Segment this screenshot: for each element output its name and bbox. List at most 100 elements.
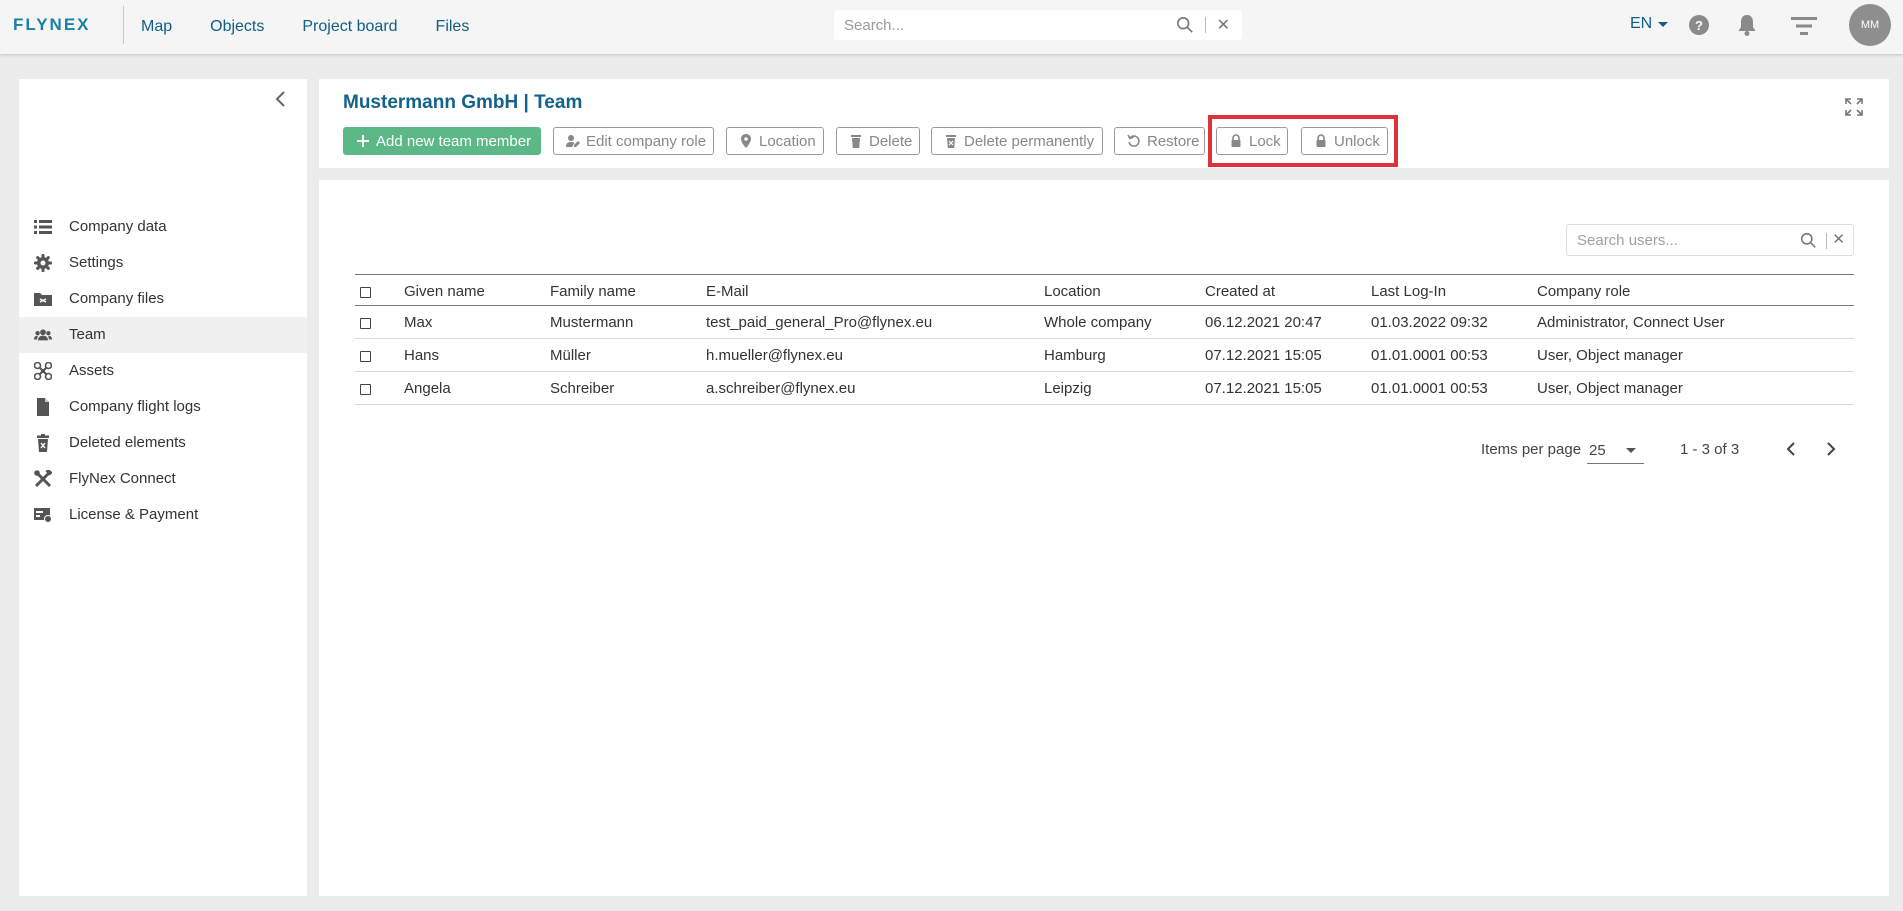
sidebar-item-license-payment[interactable]: License & Payment bbox=[19, 497, 307, 533]
user-search-input[interactable] bbox=[1567, 225, 1787, 255]
trash-x-icon bbox=[946, 135, 956, 148]
sidebar-item-company-data[interactable]: Company data bbox=[19, 209, 307, 245]
created-at-cell: 07.12.2021 15:05 bbox=[1205, 347, 1322, 364]
team-table-panel: ✕ Given name Family name E-Mail Location… bbox=[319, 180, 1889, 896]
search-icon[interactable] bbox=[1800, 232, 1817, 249]
clear-search-icon[interactable]: ✕ bbox=[1832, 230, 1845, 248]
pagination: Items per page 25 1 - 3 of 3 bbox=[319, 434, 1889, 464]
nav-objects[interactable]: Objects bbox=[210, 18, 264, 36]
items-per-page-label: Items per page bbox=[1481, 441, 1582, 458]
tools-icon bbox=[34, 470, 52, 488]
trash-icon bbox=[37, 434, 49, 452]
lock-icon bbox=[1316, 134, 1326, 147]
sidebar-item-deleted-elements[interactable]: Deleted elements bbox=[19, 425, 307, 461]
email-cell: h.mueller@flynex.eu bbox=[706, 347, 843, 364]
payment-icon bbox=[34, 508, 52, 523]
company-role-cell: Administrator, Connect User bbox=[1537, 314, 1725, 331]
page-range: 1 - 3 of 3 bbox=[1680, 441, 1740, 458]
nav-files[interactable]: Files bbox=[436, 18, 470, 36]
column-header[interactable]: Created at bbox=[1205, 283, 1275, 300]
delete-permanently-button[interactable]: Delete permanently bbox=[931, 127, 1103, 155]
restore-button[interactable]: Restore bbox=[1114, 127, 1205, 155]
language-selector[interactable]: EN bbox=[1630, 15, 1669, 33]
sidebar-item-label: License & Payment bbox=[69, 506, 199, 523]
sidebar-item-settings[interactable]: Settings bbox=[19, 245, 307, 281]
delete-button[interactable]: Delete bbox=[836, 127, 920, 155]
lock-label: Lock bbox=[1249, 132, 1281, 150]
user-search: ✕ bbox=[1566, 224, 1854, 256]
family-name-cell: Mustermann bbox=[550, 314, 634, 331]
edit-company-role-label: Edit company role bbox=[586, 132, 707, 150]
nav-project-board[interactable]: Project board bbox=[302, 18, 397, 36]
company-role-cell: User, Object manager bbox=[1537, 380, 1683, 397]
clear-search-icon[interactable]: ✕ bbox=[1217, 15, 1230, 35]
filter-icon[interactable] bbox=[1790, 14, 1818, 38]
row-checkbox[interactable] bbox=[360, 351, 371, 362]
sidebar-item-label: FlyNex Connect bbox=[69, 470, 176, 487]
table-row[interactable]: Angela Schreiber a.schreiber@flynex.eu L… bbox=[355, 372, 1854, 405]
global-search-input[interactable] bbox=[834, 11, 1164, 39]
edit-company-role-button[interactable]: Edit company role bbox=[553, 127, 714, 155]
team-icon bbox=[34, 329, 52, 341]
user-edit-icon bbox=[566, 135, 580, 147]
sidebar-item-label: Team bbox=[69, 326, 106, 343]
chevron-left-icon[interactable] bbox=[273, 89, 289, 109]
file-icon bbox=[37, 398, 49, 416]
folder-icon bbox=[34, 293, 52, 306]
items-per-page-select[interactable]: 25 bbox=[1587, 436, 1644, 464]
logo-text: FLYNEX bbox=[13, 15, 91, 34]
column-header[interactable]: Last Log-In bbox=[1371, 283, 1446, 300]
family-name-cell: Müller bbox=[550, 347, 591, 364]
logo-divider bbox=[123, 6, 124, 44]
gear-icon bbox=[34, 254, 52, 272]
lock-button[interactable]: Lock bbox=[1216, 127, 1288, 155]
table-row[interactable]: Max Mustermann test_paid_general_Pro@fly… bbox=[355, 306, 1854, 339]
search-divider bbox=[1826, 233, 1827, 249]
add-team-member-button[interactable]: Add new team member bbox=[343, 127, 541, 155]
row-checkbox[interactable] bbox=[360, 318, 371, 329]
location-cell: Whole company bbox=[1044, 314, 1152, 331]
items-per-page-value: 25 bbox=[1589, 442, 1606, 459]
chevron-left-icon[interactable] bbox=[1781, 439, 1801, 459]
flynex-logo[interactable]: FLYNEX bbox=[13, 14, 91, 36]
email-cell: a.schreiber@flynex.eu bbox=[706, 380, 856, 397]
delete-label: Delete bbox=[869, 132, 913, 150]
row-checkbox[interactable] bbox=[360, 384, 371, 395]
restore-icon bbox=[1127, 134, 1140, 147]
sidebar-item-label: Assets bbox=[69, 362, 115, 379]
unlock-label: Unlock bbox=[1334, 132, 1380, 150]
plus-icon bbox=[357, 135, 369, 147]
location-cell: Hamburg bbox=[1044, 347, 1106, 364]
sidebar-item-team[interactable]: Team bbox=[19, 317, 307, 353]
column-header[interactable]: Family name bbox=[550, 283, 636, 300]
chevron-right-icon[interactable] bbox=[1821, 439, 1841, 459]
location-button[interactable]: Location bbox=[726, 127, 824, 155]
given-name-cell: Hans bbox=[404, 347, 440, 364]
expand-icon[interactable] bbox=[1844, 97, 1864, 117]
column-header[interactable]: Location bbox=[1044, 283, 1101, 300]
last-login-cell: 01.03.2022 09:32 bbox=[1371, 314, 1488, 331]
sidebar-item-company-files[interactable]: Company files bbox=[19, 281, 307, 317]
sidebar-item-flynex-connect[interactable]: FlyNex Connect bbox=[19, 461, 307, 497]
table-row[interactable]: Hans Müller h.mueller@flynex.eu Hamburg … bbox=[355, 339, 1854, 372]
team-header: Mustermann GmbH | Team Add new team memb… bbox=[319, 79, 1889, 168]
unlock-button[interactable]: Unlock bbox=[1301, 127, 1388, 155]
table-header-row: Given name Family name E-Mail Location C… bbox=[355, 274, 1854, 306]
column-header[interactable]: Given name bbox=[404, 283, 485, 300]
email-cell: test_paid_general_Pro@flynex.eu bbox=[706, 314, 933, 331]
select-all-checkbox[interactable] bbox=[360, 287, 371, 298]
given-name-cell: Angela bbox=[404, 380, 451, 397]
sidebar-item-company-flight-logs[interactable]: Company flight logs bbox=[19, 389, 307, 425]
sidebar-item-label: Company flight logs bbox=[69, 398, 201, 415]
nav-map[interactable]: Map bbox=[141, 18, 172, 36]
sidebar-item-assets[interactable]: Assets bbox=[19, 353, 307, 389]
delete-permanently-label: Delete permanently bbox=[964, 132, 1095, 150]
location-cell: Leipzig bbox=[1044, 380, 1092, 397]
last-login-cell: 01.01.0001 00:53 bbox=[1371, 380, 1488, 397]
help-icon[interactable]: ? bbox=[1689, 15, 1709, 35]
avatar[interactable]: MM bbox=[1849, 4, 1891, 46]
column-header[interactable]: E-Mail bbox=[706, 283, 749, 300]
column-header[interactable]: Company role bbox=[1537, 283, 1630, 300]
bell-icon[interactable] bbox=[1736, 13, 1758, 37]
search-icon[interactable] bbox=[1176, 16, 1194, 34]
